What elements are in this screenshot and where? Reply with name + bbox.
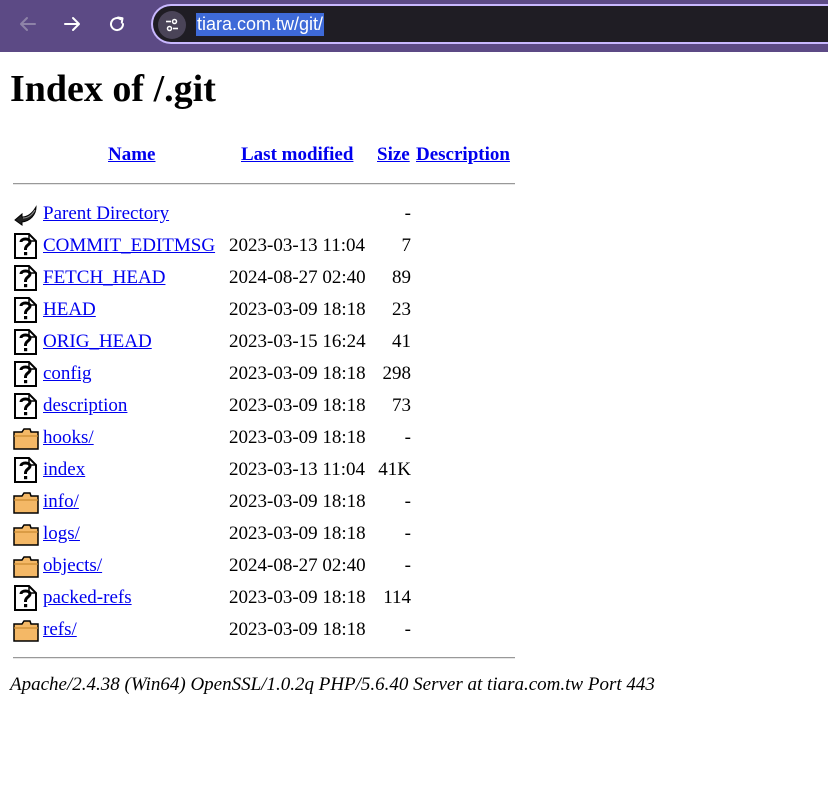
last-modified-cell: 2023-03-09 18:18: [229, 299, 366, 320]
list-item: HEAD 2023-03-09 18:18 23: [0, 294, 520, 326]
unknown-file-icon: [13, 265, 39, 291]
arrow-right-icon: [64, 17, 80, 31]
file-link[interactable]: index: [43, 459, 85, 481]
folder-icon: [13, 425, 39, 451]
arrow-left-icon: [20, 17, 36, 31]
server-signature: Apache/2.4.38 (Win64) OpenSSL/1.0.2q PHP…: [10, 674, 655, 695]
file-link[interactable]: config: [43, 363, 92, 385]
list-item: FETCH_HEAD 2024-08-27 02:40 89: [0, 262, 520, 294]
list-item: hooks/2023-03-09 18:18 -: [0, 422, 520, 454]
size-cell: -: [404, 491, 411, 512]
list-item: info/2023-03-09 18:18 -: [0, 486, 520, 518]
file-link[interactable]: FETCH_HEAD: [43, 267, 165, 289]
size-cell: 73: [392, 395, 411, 416]
address-bar[interactable]: tiara.com.tw/git/: [151, 4, 828, 44]
size-cell: 7: [401, 235, 412, 256]
back-button[interactable]: [13, 9, 43, 39]
file-link[interactable]: packed-refs: [43, 587, 132, 609]
last-modified-cell: 2023-03-09 18:18: [229, 427, 366, 448]
last-modified-cell: 2024-08-27 02:40: [229, 555, 366, 576]
file-link[interactable]: info/: [43, 491, 79, 513]
list-item: index 2023-03-13 11:04 41K: [0, 454, 520, 486]
size-cell: -: [404, 619, 411, 640]
browser-toolbar: tiara.com.tw/git/: [0, 0, 828, 52]
size-cell: 23: [392, 299, 411, 320]
unknown-file-icon: [13, 233, 39, 259]
file-link[interactable]: description: [43, 395, 127, 417]
header-divider: [13, 183, 515, 185]
sort-by-last-modified-link[interactable]: Last modified: [241, 144, 353, 166]
reload-icon: [110, 16, 125, 32]
list-item: config 2023-03-09 18:18 298: [0, 358, 520, 390]
url-text[interactable]: tiara.com.tw/git/: [196, 13, 325, 36]
last-modified-cell: 2023-03-09 18:18: [229, 395, 366, 416]
file-link[interactable]: objects/: [43, 555, 102, 577]
last-modified-cell: 2023-03-09 18:18: [229, 363, 366, 384]
last-modified-cell: 2023-03-13 11:04: [229, 459, 365, 480]
sort-by-description-link[interactable]: Description: [416, 144, 510, 166]
parent-directory-link[interactable]: Parent Directory: [43, 203, 169, 225]
last-modified-cell: 2023-03-09 18:18: [229, 619, 366, 640]
size-cell: 89: [392, 267, 411, 288]
last-modified-cell: 2024-08-27 02:40: [229, 267, 366, 288]
size-cell: -: [404, 203, 411, 224]
list-item: COMMIT_EDITMSG 2023-03-13 11:04 7: [0, 230, 520, 262]
tune-icon: [166, 18, 178, 32]
file-link[interactable]: logs/: [43, 523, 80, 545]
unknown-file-icon: [13, 585, 39, 611]
size-cell: -: [404, 427, 411, 448]
list-item: logs/2023-03-09 18:18 -: [0, 518, 520, 550]
file-link[interactable]: hooks/: [43, 427, 94, 449]
footer-divider: [13, 657, 515, 659]
list-item: packed-refs 2023-03-09 18:18 114: [0, 582, 520, 614]
forward-button[interactable]: [57, 9, 87, 39]
list-item: objects/2024-08-27 02:40 -: [0, 550, 520, 582]
reload-button[interactable]: [102, 9, 132, 39]
unknown-file-icon: [13, 457, 39, 483]
unknown-file-icon: [13, 297, 39, 323]
size-cell: 41K: [378, 459, 411, 480]
last-modified-cell: 2023-03-09 18:18: [229, 523, 366, 544]
size-cell: 298: [382, 363, 412, 384]
site-info-button[interactable]: [158, 11, 186, 39]
list-item: description 2023-03-09 18:18 73: [0, 390, 520, 422]
folder-icon: [13, 521, 39, 547]
last-modified-cell: 2023-03-09 18:18: [229, 491, 366, 512]
file-link[interactable]: HEAD: [43, 299, 96, 321]
sort-by-size-link[interactable]: Size: [377, 144, 410, 166]
sort-by-name-link[interactable]: Name: [108, 144, 155, 166]
file-link[interactable]: COMMIT_EDITMSG: [43, 235, 215, 257]
folder-icon: [13, 489, 39, 515]
last-modified-cell: 2023-03-15 16:24: [229, 331, 366, 352]
back-icon: [13, 201, 39, 227]
file-link[interactable]: refs/: [43, 619, 77, 641]
folder-icon: [13, 617, 39, 643]
unknown-file-icon: [13, 329, 39, 355]
file-link[interactable]: ORIG_HEAD: [43, 331, 152, 353]
last-modified-cell: 2023-03-13 11:04: [229, 235, 365, 256]
last-modified-cell: 2023-03-09 18:18: [229, 587, 366, 608]
unknown-file-icon: [13, 393, 39, 419]
unknown-file-icon: [13, 361, 39, 387]
size-cell: 114: [383, 587, 411, 608]
page-title: Index of /.git: [10, 68, 216, 110]
size-cell: 41: [392, 331, 411, 352]
size-cell: -: [404, 523, 411, 544]
list-item: Parent Directory -: [0, 198, 520, 230]
folder-icon: [13, 553, 39, 579]
list-item: ORIG_HEAD 2023-03-15 16:24 41: [0, 326, 520, 358]
list-item: refs/2023-03-09 18:18 -: [0, 614, 520, 646]
size-cell: -: [404, 555, 411, 576]
